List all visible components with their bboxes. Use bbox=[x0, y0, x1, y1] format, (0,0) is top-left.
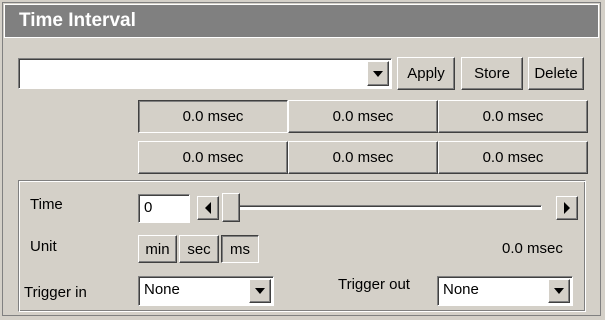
trigger-in-value: None bbox=[144, 281, 180, 298]
chevron-down-icon bbox=[554, 288, 564, 294]
time-label: Time bbox=[30, 196, 63, 213]
trigger-in-label: Trigger in bbox=[24, 284, 87, 301]
slider-thumb[interactable] bbox=[222, 193, 240, 222]
trigger-in-select[interactable]: None bbox=[138, 276, 274, 306]
chevron-down-icon bbox=[373, 70, 383, 77]
trigger-out-label: Trigger out bbox=[338, 276, 410, 293]
trigger-out-select[interactable]: None bbox=[437, 276, 573, 306]
slider-track[interactable] bbox=[235, 205, 542, 210]
time-input[interactable]: 0 bbox=[138, 194, 190, 223]
unit-label: Unit bbox=[30, 238, 57, 255]
trigger-out-value: None bbox=[443, 281, 479, 298]
unit-option-ms[interactable]: ms bbox=[221, 235, 259, 263]
arrow-left-icon bbox=[205, 202, 211, 214]
slider-increment-button[interactable] bbox=[556, 196, 578, 220]
trigger-out-dropdown-button[interactable] bbox=[548, 279, 570, 303]
preset-combobox[interactable] bbox=[18, 58, 392, 89]
interval-cell-2-2[interactable]: 0.0 msec bbox=[288, 141, 438, 174]
interval-cell-1-2[interactable]: 0.0 msec bbox=[288, 100, 438, 133]
chevron-down-icon bbox=[255, 288, 265, 294]
interval-cell-1-1[interactable]: 0.0 msec bbox=[138, 100, 288, 133]
interval-cell-2-3[interactable]: 0.0 msec bbox=[438, 141, 588, 174]
slider-decrement-button[interactable] bbox=[197, 196, 219, 220]
time-readout: 0.0 msec bbox=[502, 240, 563, 257]
arrow-right-icon bbox=[564, 202, 570, 214]
unit-option-sec[interactable]: sec bbox=[179, 235, 219, 263]
interval-cell-1-3[interactable]: 0.0 msec bbox=[438, 100, 588, 133]
apply-button[interactable]: Apply bbox=[397, 57, 455, 90]
interval-cell-2-1[interactable]: 0.0 msec bbox=[138, 141, 288, 174]
store-button[interactable]: Store bbox=[461, 57, 523, 90]
time-input-value: 0 bbox=[144, 199, 153, 216]
window-title: Time Interval bbox=[4, 4, 599, 38]
unit-option-min[interactable]: min bbox=[138, 235, 177, 263]
trigger-in-dropdown-button[interactable] bbox=[249, 279, 271, 303]
preset-dropdown-button[interactable] bbox=[367, 61, 389, 86]
delete-button[interactable]: Delete bbox=[528, 57, 584, 90]
